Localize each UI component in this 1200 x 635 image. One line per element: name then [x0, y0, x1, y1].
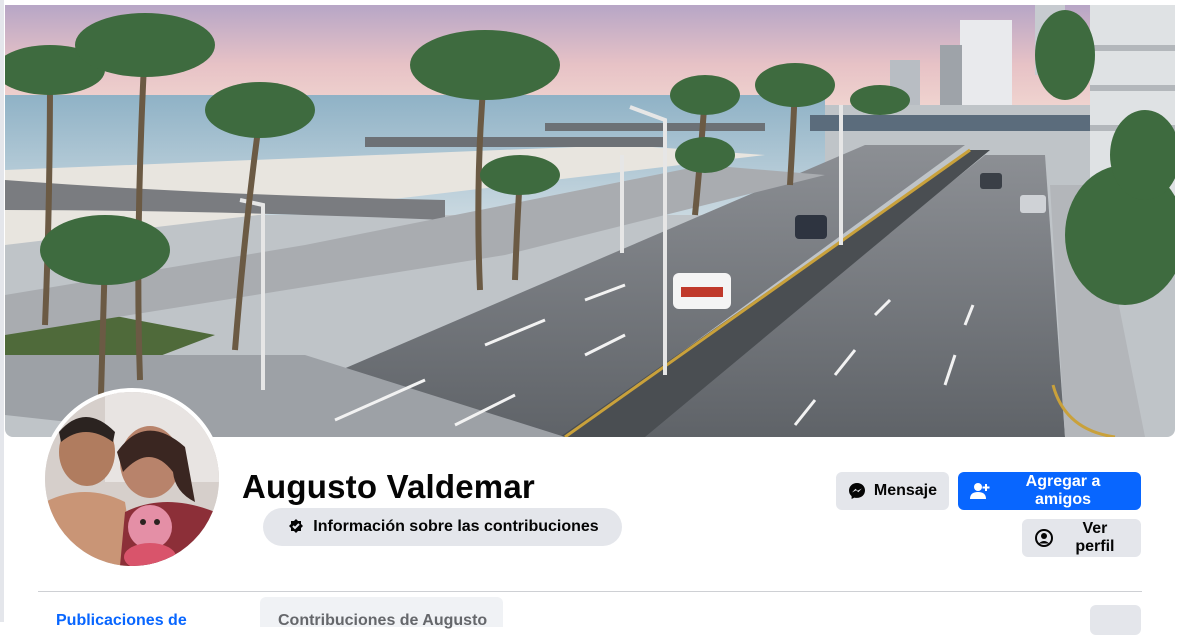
tab-contribuciones[interactable]: Contribuciones de Augusto — [260, 597, 503, 629]
tab-contribuciones-label: Contribuciones de Augusto — [278, 612, 488, 629]
page-right-margin — [1176, 0, 1200, 622]
message-button[interactable]: Mensaje — [836, 472, 949, 510]
add-friend-label: Agregar a amigos — [1025, 473, 1101, 508]
user-circle-icon — [1034, 528, 1054, 548]
messenger-icon — [848, 481, 867, 501]
view-profile-button[interactable]: Ver perfil — [1022, 519, 1141, 557]
add-friend-icon — [970, 481, 990, 501]
message-label: Mensaje — [873, 482, 937, 499]
more-options-button[interactable] — [1090, 605, 1141, 635]
contributions-info-label: Información sobre las contribuciones — [313, 518, 599, 535]
page-left-border — [0, 0, 4, 622]
view-profile-label: Ver perfil — [1075, 520, 1115, 555]
cover-photo[interactable] — [5, 5, 1175, 437]
profile-name: Augusto Valdemar — [242, 468, 535, 505]
profile-divider — [38, 591, 1142, 592]
tab-publicaciones-label: Publicaciones de — [56, 612, 187, 629]
contributions-info-button[interactable]: Información sobre las contribuciones — [263, 508, 622, 546]
profile-avatar[interactable] — [41, 388, 223, 570]
add-friend-button[interactable]: Agregar a amigos — [958, 472, 1141, 510]
tab-publicaciones[interactable]: Publicaciones de — [56, 612, 187, 630]
contributions-badge-icon — [286, 517, 306, 537]
